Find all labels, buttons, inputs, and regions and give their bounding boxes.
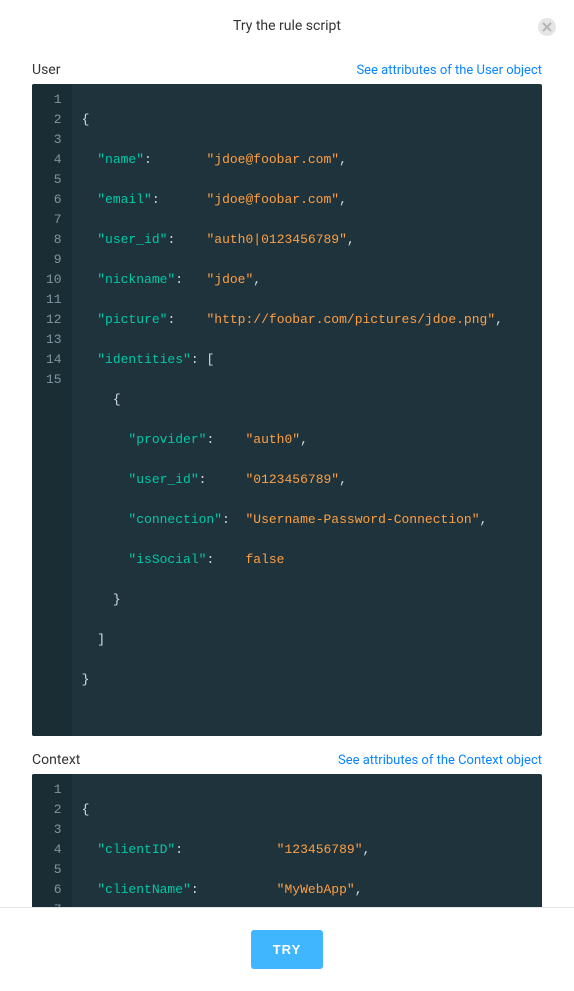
context-section: Context See attributes of the Context ob… bbox=[32, 752, 542, 907]
context-section-title: Context bbox=[32, 752, 80, 768]
user-editor[interactable]: 123456789101112131415 { "name": "jdoe@fo… bbox=[32, 84, 542, 736]
user-section: User See attributes of the User object 1… bbox=[32, 62, 542, 736]
close-icon[interactable] bbox=[538, 18, 556, 36]
user-section-title: User bbox=[32, 62, 60, 78]
dialog-title: Try the rule script bbox=[233, 18, 341, 34]
dialog-content: User See attributes of the User object 1… bbox=[0, 46, 574, 907]
code-value: "jdoe@foobar.com" bbox=[206, 152, 339, 167]
dialog-header: Try the rule script bbox=[0, 0, 574, 46]
context-attributes-link[interactable]: See attributes of the Context object bbox=[338, 753, 542, 768]
user-gutter: 123456789101112131415 bbox=[32, 84, 72, 736]
user-code[interactable]: { "name": "jdoe@foobar.com", "email": "j… bbox=[72, 84, 542, 736]
try-button[interactable]: TRY bbox=[251, 930, 324, 969]
dialog-footer: TRY bbox=[0, 907, 574, 991]
context-editor[interactable]: 1234567891011121314151617 { "clientID": … bbox=[32, 774, 542, 907]
context-code[interactable]: { "clientID": "123456789", "clientName":… bbox=[72, 774, 542, 907]
user-attributes-link[interactable]: See attributes of the User object bbox=[356, 63, 542, 78]
context-gutter: 1234567891011121314151617 bbox=[32, 774, 72, 907]
